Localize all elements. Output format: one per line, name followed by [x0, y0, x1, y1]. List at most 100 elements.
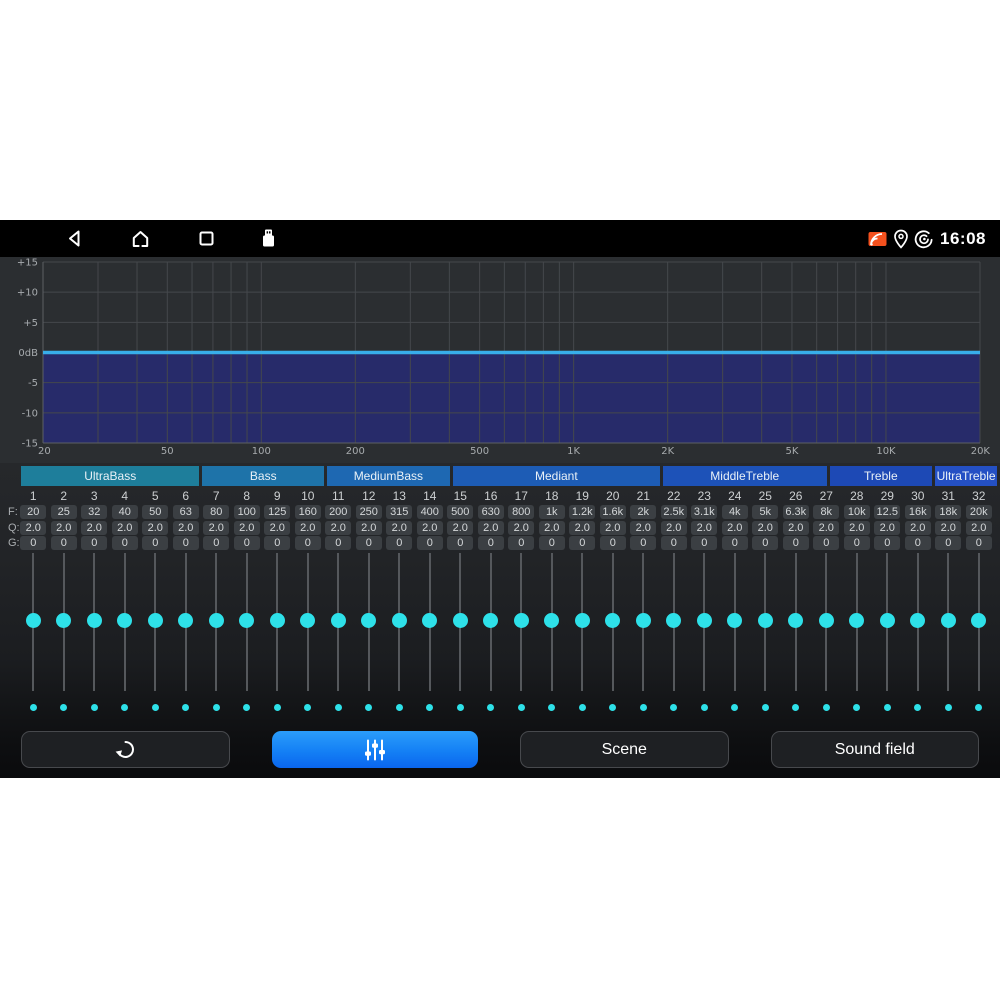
slider-thumb[interactable]: [300, 613, 315, 628]
slider-thumb[interactable]: [758, 613, 773, 628]
home-icon[interactable]: [128, 226, 153, 251]
gain-slider[interactable]: [842, 552, 873, 692]
band-indicator-dot: [121, 704, 128, 711]
slider-thumb[interactable]: [87, 613, 102, 628]
scene-button[interactable]: Scene: [520, 731, 729, 768]
slider-thumb[interactable]: [788, 613, 803, 628]
band-indicator-dot: [30, 704, 37, 711]
band-number: 4: [110, 488, 141, 503]
slider-thumb[interactable]: [453, 613, 468, 628]
band-gain-value: 0: [142, 536, 168, 550]
gain-slider[interactable]: [506, 552, 537, 692]
slider-thumb[interactable]: [544, 613, 559, 628]
slider-thumb[interactable]: [361, 613, 376, 628]
slider-thumb[interactable]: [178, 613, 193, 628]
recents-icon[interactable]: [194, 226, 219, 251]
gain-slider[interactable]: [933, 552, 964, 692]
slider-thumb[interactable]: [422, 613, 437, 628]
slider-thumb[interactable]: [819, 613, 834, 628]
band-gain-value: 0: [813, 536, 839, 550]
gain-slider[interactable]: [567, 552, 598, 692]
gain-slider[interactable]: [537, 552, 568, 692]
gain-slider[interactable]: [415, 552, 446, 692]
gain-slider[interactable]: [171, 552, 202, 692]
gain-slider[interactable]: [964, 552, 995, 692]
band-gain-value: 0: [417, 536, 443, 550]
gain-slider[interactable]: [659, 552, 690, 692]
slider-thumb[interactable]: [239, 613, 254, 628]
slider-thumb[interactable]: [727, 613, 742, 628]
gain-slider[interactable]: [476, 552, 507, 692]
slider-thumb[interactable]: [331, 613, 346, 628]
gain-slider[interactable]: [750, 552, 781, 692]
gain-slider[interactable]: [903, 552, 934, 692]
band-q-value: 2.0: [142, 521, 168, 535]
gain-slider[interactable]: [18, 552, 49, 692]
gain-slider[interactable]: [262, 552, 293, 692]
gain-slider[interactable]: [354, 552, 385, 692]
slider-thumb[interactable]: [483, 613, 498, 628]
gain-slider[interactable]: [445, 552, 476, 692]
slider-thumb[interactable]: [514, 613, 529, 628]
band-gain-value: 0: [539, 536, 565, 550]
sound-field-button[interactable]: Sound field: [771, 731, 980, 768]
equalizer-button[interactable]: [272, 731, 479, 768]
slider-thumb[interactable]: [941, 613, 956, 628]
slider-thumb[interactable]: [697, 613, 712, 628]
slider-thumb[interactable]: [971, 613, 986, 628]
band-indicator-dot: [335, 704, 342, 711]
band-frequency-value: 3.1k: [691, 505, 717, 519]
gain-slider[interactable]: [110, 552, 141, 692]
band-gain-row: 00000000000000000000000000000000: [18, 536, 994, 550]
gain-slider[interactable]: [628, 552, 659, 692]
gain-slider[interactable]: [811, 552, 842, 692]
band-frequency-value: 12.5: [874, 505, 900, 519]
gain-slider[interactable]: [201, 552, 232, 692]
slider-thumb[interactable]: [605, 613, 620, 628]
gain-slider[interactable]: [689, 552, 720, 692]
slider-thumb[interactable]: [56, 613, 71, 628]
slider-thumb[interactable]: [849, 613, 864, 628]
band-group-mediant[interactable]: Mediant: [453, 466, 660, 486]
gain-slider[interactable]: [140, 552, 171, 692]
slider-thumb[interactable]: [636, 613, 651, 628]
slider-thumb[interactable]: [666, 613, 681, 628]
band-group-treble[interactable]: Treble: [830, 466, 933, 486]
svg-text:2K: 2K: [661, 446, 674, 457]
gain-slider[interactable]: [872, 552, 903, 692]
band-indicator-dot: [365, 704, 372, 711]
gain-slider[interactable]: [293, 552, 324, 692]
gain-slider[interactable]: [781, 552, 812, 692]
band-group-bass[interactable]: Bass: [202, 466, 324, 486]
gain-slider[interactable]: [79, 552, 110, 692]
slider-thumb[interactable]: [209, 613, 224, 628]
gain-slider[interactable]: [323, 552, 354, 692]
gain-slider[interactable]: [232, 552, 263, 692]
gain-slider[interactable]: [720, 552, 751, 692]
usb-device-icon[interactable]: [256, 226, 281, 251]
band-group-ultrabass[interactable]: UltraBass: [21, 466, 199, 486]
slider-thumb[interactable]: [270, 613, 285, 628]
gain-slider[interactable]: [384, 552, 415, 692]
gain-slider[interactable]: [598, 552, 629, 692]
slider-thumb[interactable]: [117, 613, 132, 628]
band-q-value: 2.0: [234, 521, 260, 535]
slider-thumb[interactable]: [148, 613, 163, 628]
sound-field-button-label: Sound field: [835, 741, 915, 759]
band-frequency-value: 20k: [966, 505, 992, 519]
slider-thumb[interactable]: [392, 613, 407, 628]
band-group-mediumbass[interactable]: MediumBass: [327, 466, 450, 486]
gain-slider[interactable]: [49, 552, 80, 692]
band-group-middletreble[interactable]: MiddleTreble: [663, 466, 826, 486]
band-indicator-dot: [701, 704, 708, 711]
slider-thumb[interactable]: [26, 613, 41, 628]
slider-thumb[interactable]: [910, 613, 925, 628]
band-group-ultratreble[interactable]: UltraTreble: [935, 466, 997, 486]
back-icon[interactable]: [62, 226, 87, 251]
band-frequency-value: 2.5k: [661, 505, 687, 519]
clock: 16:08: [940, 229, 986, 249]
slider-thumb[interactable]: [575, 613, 590, 628]
reset-button[interactable]: [21, 731, 230, 768]
slider-thumb[interactable]: [880, 613, 895, 628]
band-gain-value: 0: [569, 536, 595, 550]
